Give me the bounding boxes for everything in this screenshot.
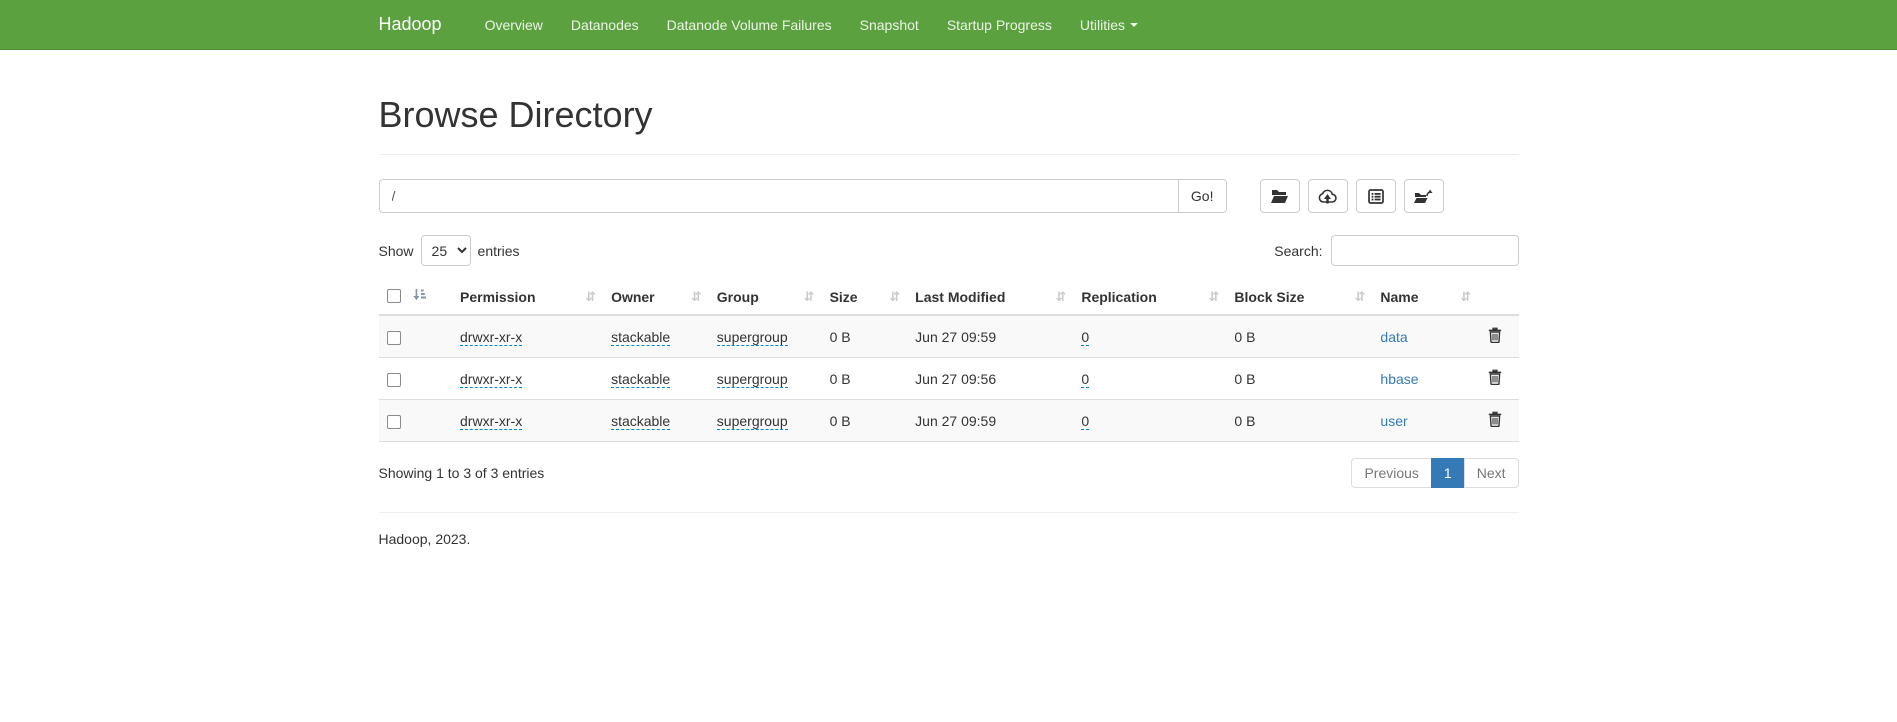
table-controls: Show 25 entries Search:	[379, 235, 1519, 266]
directory-path-input[interactable]	[379, 179, 1179, 213]
sort-by-attributes-icon	[413, 288, 426, 304]
column-header-actions	[1478, 280, 1518, 315]
pagination: Previous 1 Next	[1351, 458, 1518, 488]
upload-files-button[interactable]	[1308, 179, 1348, 213]
permission-editable[interactable]: drwxr-xr-x	[460, 329, 522, 346]
group-editable[interactable]: supergroup	[717, 371, 788, 388]
footer-divider	[379, 512, 1519, 513]
permission-editable[interactable]: drwxr-xr-x	[460, 371, 522, 388]
entries-label: entries	[478, 243, 520, 259]
owner-editable[interactable]: stackable	[611, 413, 670, 430]
column-header-owner[interactable]: Owner ⇵	[603, 280, 709, 315]
select-all-checkbox[interactable]	[387, 289, 401, 303]
column-header-last-modified[interactable]: Last Modified ⇵	[907, 280, 1073, 315]
block-size-value: 0 B	[1234, 413, 1255, 429]
owner-editable[interactable]: stackable	[611, 329, 670, 346]
sort-both-icon: ⇵	[804, 289, 814, 305]
nav-item-startup-progress[interactable]: Startup Progress	[933, 17, 1066, 33]
trash-icon	[1488, 373, 1502, 388]
column-header-block-size[interactable]: Block Size ⇵	[1226, 280, 1372, 315]
column-header-size[interactable]: Size ⇵	[822, 280, 908, 315]
folder-arrow-icon	[1414, 189, 1433, 204]
page-title: Browse Directory	[379, 94, 1519, 136]
row-checkbox[interactable]	[387, 331, 401, 345]
sort-both-icon: ⇵	[585, 289, 595, 305]
permission-editable[interactable]: drwxr-xr-x	[460, 413, 522, 430]
last-modified-value: Jun 27 09:59	[915, 413, 996, 429]
replication-editable[interactable]: 0	[1081, 413, 1089, 430]
column-header-select[interactable]	[379, 280, 453, 315]
group-editable[interactable]: supergroup	[717, 413, 788, 430]
cloud-upload-icon	[1318, 189, 1337, 204]
nav-item-snapshot[interactable]: Snapshot	[846, 17, 933, 33]
sort-both-icon: ⇵	[1460, 289, 1470, 305]
brand-hadoop[interactable]: Hadoop	[379, 14, 457, 35]
directory-table: Permission ⇵ Owner ⇵ Group ⇵ Size ⇵ Last…	[379, 280, 1519, 442]
size-value: 0 B	[830, 329, 851, 345]
pagination-page-1[interactable]: 1	[1431, 458, 1465, 488]
caret-down-icon	[1130, 23, 1138, 27]
sort-both-icon: ⇵	[691, 289, 701, 305]
nav-item-utilities-dropdown[interactable]: Utilities	[1066, 17, 1152, 33]
table-row: drwxr-xr-x stackable supergroup 0 B Jun …	[379, 400, 1519, 442]
table-footer: Showing 1 to 3 of 3 entries Previous 1 N…	[379, 458, 1519, 488]
nav-item-overview[interactable]: Overview	[471, 17, 557, 33]
block-size-value: 0 B	[1234, 329, 1255, 345]
row-checkbox[interactable]	[387, 415, 401, 429]
page-length-select[interactable]: 25	[421, 235, 471, 266]
divider	[379, 154, 1519, 155]
entries-info: Showing 1 to 3 of 3 entries	[379, 465, 545, 481]
go-button[interactable]: Go!	[1178, 179, 1227, 213]
column-header-group[interactable]: Group ⇵	[709, 280, 822, 315]
delete-button[interactable]	[1486, 409, 1504, 432]
column-header-permission[interactable]: Permission ⇵	[452, 280, 603, 315]
search-input[interactable]	[1331, 235, 1519, 266]
sort-both-icon: ⇵	[889, 289, 899, 305]
column-header-name[interactable]: Name ⇵	[1372, 280, 1478, 315]
show-label: Show	[379, 243, 414, 259]
cut-and-paste-button[interactable]	[1356, 179, 1396, 213]
sort-both-icon: ⇵	[1355, 289, 1365, 305]
list-alt-icon	[1368, 189, 1384, 204]
navbar: Hadoop Overview Datanodes Datanode Volum…	[0, 0, 1897, 50]
directory-link[interactable]: user	[1380, 413, 1407, 429]
size-value: 0 B	[830, 371, 851, 387]
delete-button[interactable]	[1486, 325, 1504, 348]
replication-editable[interactable]: 0	[1081, 371, 1089, 388]
last-modified-value: Jun 27 09:56	[915, 371, 996, 387]
directory-link[interactable]: hbase	[1380, 371, 1418, 387]
nav-item-utilities-label: Utilities	[1080, 17, 1125, 33]
paste-into-folder-button[interactable]	[1404, 179, 1444, 213]
owner-editable[interactable]: stackable	[611, 371, 670, 388]
block-size-value: 0 B	[1234, 371, 1255, 387]
nav-item-datanodes[interactable]: Datanodes	[557, 17, 653, 33]
table-row: drwxr-xr-x stackable supergroup 0 B Jun …	[379, 358, 1519, 400]
delete-button[interactable]	[1486, 367, 1504, 390]
size-value: 0 B	[830, 413, 851, 429]
column-header-replication[interactable]: Replication ⇵	[1073, 280, 1226, 315]
trash-icon	[1488, 415, 1502, 430]
table-row: drwxr-xr-x stackable supergroup 0 B Jun …	[379, 315, 1519, 358]
footer-text: Hadoop, 2023.	[379, 531, 1519, 607]
last-modified-value: Jun 27 09:59	[915, 329, 996, 345]
sort-both-icon: ⇵	[1055, 289, 1065, 305]
directory-link[interactable]: data	[1380, 329, 1407, 345]
sort-both-icon: ⇵	[1208, 289, 1218, 305]
search-label: Search:	[1274, 243, 1322, 259]
replication-editable[interactable]: 0	[1081, 329, 1089, 346]
path-row: Go!	[379, 179, 1519, 213]
trash-icon	[1488, 331, 1502, 346]
group-editable[interactable]: supergroup	[717, 329, 788, 346]
pagination-next[interactable]: Next	[1464, 458, 1519, 488]
nav-item-datanode-volume-failures[interactable]: Datanode Volume Failures	[653, 17, 846, 33]
file-actions-toolbar	[1260, 179, 1444, 213]
pagination-previous[interactable]: Previous	[1351, 458, 1431, 488]
folder-open-icon	[1271, 189, 1289, 204]
create-directory-button[interactable]	[1260, 179, 1300, 213]
row-checkbox[interactable]	[387, 373, 401, 387]
